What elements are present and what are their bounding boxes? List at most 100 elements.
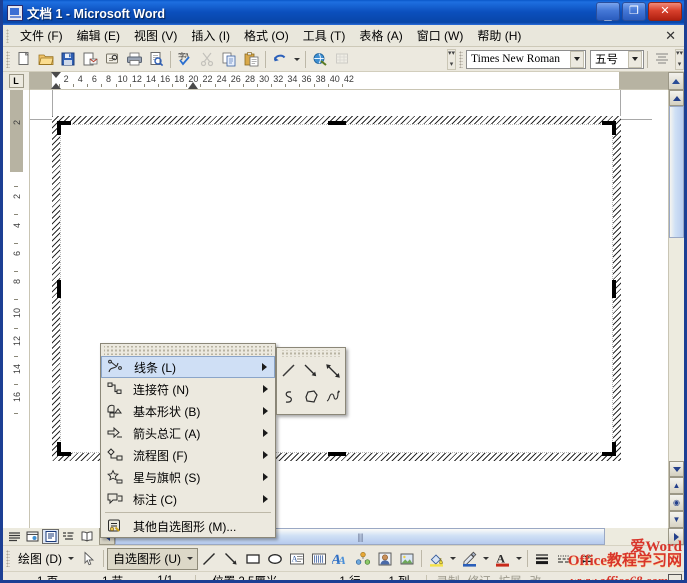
autoshapes-menu-item-more[interactable]: 其他自选图形 (M)... — [101, 515, 275, 537]
open-folder-icon[interactable] — [35, 49, 57, 70]
menu-insert[interactable]: 插入 (I) — [184, 25, 237, 46]
align-center-icon[interactable] — [651, 49, 673, 70]
reading-view-button[interactable] — [78, 529, 95, 544]
email-icon[interactable] — [79, 49, 101, 70]
print-icon[interactable] — [123, 49, 145, 70]
scribble-icon[interactable] — [322, 384, 344, 410]
submenu-drag-grip[interactable] — [280, 350, 342, 357]
arrow-icon[interactable] — [300, 358, 322, 384]
line-icon[interactable] — [278, 358, 300, 384]
new-document-icon[interactable] — [13, 49, 35, 70]
web-layout-view-button[interactable] — [24, 529, 41, 544]
draw-menu-dropdown-icon[interactable] — [65, 548, 76, 569]
spell-check-icon[interactable]: 字A — [174, 49, 196, 70]
next-page-button[interactable]: ▼ — [669, 511, 684, 528]
resize-handle-left-middle[interactable] — [57, 279, 61, 298]
first-line-indent-marker[interactable] — [51, 72, 61, 78]
picture-icon[interactable] — [396, 548, 418, 570]
vertical-scrollbar[interactable]: ▲ ◉ ▼ — [668, 90, 684, 528]
font-color-icon[interactable]: A — [491, 548, 513, 570]
select-objects-icon[interactable] — [78, 548, 100, 570]
scroll-right-button[interactable] — [668, 528, 684, 545]
ruler-top-margin[interactable] — [10, 90, 23, 172]
arrow-icon[interactable] — [220, 548, 242, 570]
vertical-ruler[interactable]: 2 2 4 6 8 10 12 14 16 — [3, 90, 30, 528]
autoshapes-menu-item-basic-shapes[interactable]: 基本形状 (B) — [101, 400, 275, 422]
close-document-icon[interactable]: ✕ — [665, 28, 676, 44]
scroll-up-button[interactable] — [669, 90, 684, 106]
font-name-dropdown-icon[interactable] — [570, 50, 584, 68]
right-indent-marker[interactable] — [188, 82, 199, 89]
diagram-icon[interactable] — [352, 548, 374, 570]
font-color-dropdown-icon[interactable] — [513, 548, 524, 569]
ruler-scroll-up-button[interactable] — [668, 72, 684, 90]
insert-table-icon[interactable] — [331, 49, 353, 70]
line-color-dropdown-icon[interactable] — [480, 548, 491, 569]
menu-window[interactable]: 窗口 (W) — [410, 25, 471, 46]
clip-art-icon[interactable] — [374, 548, 396, 570]
formatting-toolbar-grip[interactable] — [459, 50, 463, 68]
status-trk[interactable]: 修订 — [468, 573, 491, 580]
resize-handle-bottom-right-v[interactable] — [612, 442, 616, 456]
vertical-scroll-track[interactable] — [669, 106, 684, 461]
ruler-right-margin[interactable] — [619, 72, 668, 89]
ruler-left-margin[interactable] — [30, 72, 52, 89]
wordart-icon[interactable]: AA — [330, 548, 352, 570]
close-button[interactable]: ✕ — [648, 2, 682, 21]
tab-type-selector[interactable]: L — [3, 72, 30, 90]
menu-file[interactable]: 文件 (F) — [13, 25, 70, 46]
horizontal-ruler[interactable]: 2 4 6 8 10 12 14 16 18 20 22 24 26 28 30 32 34 36 38 40 42 — [30, 72, 668, 90]
autoshapes-menu-item-flowchart[interactable]: 流程图 (F) — [101, 444, 275, 466]
oval-icon[interactable] — [264, 548, 286, 570]
resize-handle-top-left-v[interactable] — [57, 121, 61, 135]
text-box-icon[interactable]: A — [286, 548, 308, 570]
paste-icon[interactable] — [240, 49, 262, 70]
vertical-scroll-thumb[interactable] — [669, 106, 684, 238]
menu-format[interactable]: 格式 (O) — [237, 25, 296, 46]
menu-drag-grip[interactable] — [104, 346, 272, 355]
menu-edit[interactable]: 编辑 (E) — [70, 25, 127, 46]
rectangle-icon[interactable] — [242, 548, 264, 570]
select-browse-object-button[interactable]: ◉ — [669, 494, 684, 511]
vertical-text-box-icon[interactable] — [308, 548, 330, 570]
arrow-style-icon[interactable] — [575, 548, 597, 570]
autoshapes-menu-item-block-arrows[interactable]: 箭头总汇 (A) — [101, 422, 275, 444]
outline-view-button[interactable] — [60, 529, 77, 544]
autoshapes-dropdown-icon[interactable] — [184, 548, 195, 569]
minimize-button[interactable]: _ — [596, 2, 620, 21]
font-size-dropdown-icon[interactable] — [628, 50, 642, 68]
menu-tools[interactable]: 工具 (T) — [296, 25, 353, 46]
insert-hyperlink-icon[interactable] — [309, 49, 331, 70]
line-icon[interactable] — [198, 548, 220, 570]
normal-view-button[interactable] — [6, 529, 23, 544]
cut-scissors-icon[interactable] — [196, 49, 218, 70]
menu-help[interactable]: 帮助 (H) — [470, 25, 528, 46]
autoshapes-menu-button[interactable]: 自选图形 (U) — [107, 547, 198, 570]
line-style-icon[interactable] — [531, 548, 553, 570]
copy-icon[interactable] — [218, 49, 240, 70]
freeform-icon[interactable] — [300, 384, 322, 410]
menu-table[interactable]: 表格 (A) — [352, 25, 409, 46]
resize-handle-bottom-middle[interactable] — [327, 452, 346, 456]
scroll-down-button[interactable] — [669, 461, 684, 477]
resize-handle-top-right-v[interactable] — [612, 121, 616, 135]
status-ext[interactable]: 扩展 — [499, 573, 522, 580]
undo-dropdown-icon[interactable] — [291, 49, 302, 70]
double-arrow-icon[interactable] — [322, 358, 344, 384]
font-size-combo[interactable]: 五号 — [590, 49, 644, 69]
curve-icon[interactable] — [278, 384, 300, 410]
draw-menu-button[interactable]: 绘图 (D) — [13, 548, 78, 570]
undo-icon[interactable] — [269, 49, 291, 70]
permission-icon[interactable] — [101, 49, 123, 70]
autoshapes-menu-item-stars-banners[interactable]: 星与旗帜 (S) — [101, 466, 275, 488]
fill-color-dropdown-icon[interactable] — [447, 548, 458, 569]
toolbar-options-grip[interactable]: ▾▾ ▾ — [447, 48, 456, 70]
toolbar-grip[interactable] — [6, 50, 10, 68]
resize-handle-top-middle[interactable] — [327, 121, 346, 125]
print-layout-view-button[interactable] — [42, 529, 59, 544]
print-preview-icon[interactable] — [145, 49, 167, 70]
fill-color-icon[interactable] — [425, 548, 447, 570]
dash-style-icon[interactable] — [553, 548, 575, 570]
font-name-combo[interactable]: Times New Roman — [466, 49, 586, 69]
resize-handle-bottom-left-v[interactable] — [57, 442, 61, 456]
